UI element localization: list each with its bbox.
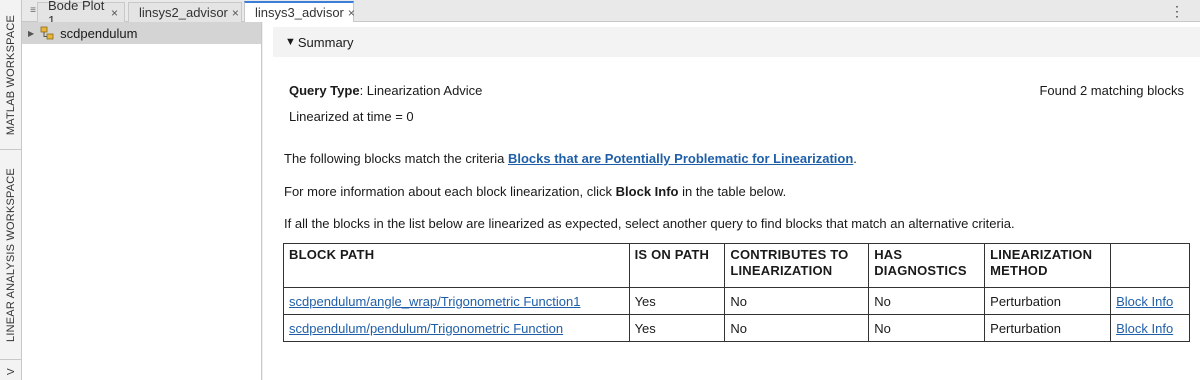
tab-label: linsys2_advisor <box>139 5 228 20</box>
expand-arrow-icon[interactable]: ▶ <box>28 29 34 38</box>
tab-linsys3-advisor[interactable]: linsys3_advisor × <box>244 1 355 22</box>
method-cell: Perturbation <box>984 287 1112 315</box>
table-row: scdpendulum/pendulum/Trigonometric Funct… <box>283 314 1190 342</box>
tab-bode-plot-1[interactable]: Bode Plot 1 × <box>37 0 125 28</box>
close-icon[interactable]: × <box>111 6 118 20</box>
side-rail: MATLAB WORKSPACE LINEAR ANALYSIS WORKSPA… <box>0 0 22 380</box>
close-icon[interactable]: × <box>348 6 355 20</box>
tab-label: linsys3_advisor <box>255 5 344 20</box>
info-paragraph: For more information about each block li… <box>284 184 786 199</box>
info-suffix: in the table below. <box>678 184 787 199</box>
model-hierarchy-icon <box>40 26 54 40</box>
matlab-workspace-tab[interactable]: MATLAB WORKSPACE <box>0 0 22 150</box>
contributes-cell: No <box>724 287 870 315</box>
tab-linsys2-advisor[interactable]: linsys2_advisor × <box>128 2 242 22</box>
more-options-icon[interactable]: ⋮ <box>1170 3 1184 19</box>
results-table: BLOCK PATH IS ON PATH CONTRIBUTES TO LIN… <box>283 243 1190 342</box>
table-row: scdpendulum/angle_wrap/Trigonometric Fun… <box>283 287 1190 315</box>
criteria-suffix: . <box>853 151 857 166</box>
info-cell: Block Info <box>1110 314 1190 342</box>
extra-side-tab[interactable]: V <box>0 362 22 380</box>
block-path-cell: scdpendulum/angle_wrap/Trigonometric Fun… <box>283 287 630 315</box>
contributes-cell: No <box>724 314 870 342</box>
advisor-report: ▼ Summary Query Type: Linearization Advi… <box>263 22 1200 380</box>
block-path-link[interactable]: scdpendulum/angle_wrap/Trigonometric Fun… <box>289 294 580 309</box>
info-cell: Block Info <box>1110 287 1190 315</box>
header-contributes: CONTRIBUTES TO LINEARIZATION <box>724 243 870 288</box>
matlab-workspace-label: MATLAB WORKSPACE <box>5 14 17 135</box>
query-type: Query Type: Linearization Advice <box>289 83 482 98</box>
header-info <box>1110 243 1190 288</box>
extra-side-tab-label: V <box>5 367 17 375</box>
criteria-paragraph: The following blocks match the criteria … <box>284 151 857 166</box>
tree-item-label: scdpendulum <box>60 25 138 41</box>
header-block-path: BLOCK PATH <box>283 243 630 288</box>
block-path-link[interactable]: scdpendulum/pendulum/Trigonometric Funct… <box>289 321 563 336</box>
linear-analysis-workspace-tab[interactable]: LINEAR ANALYSIS WORKSPACE <box>0 150 22 360</box>
info-bold: Block Info <box>615 184 679 199</box>
query-type-value: : Linearization Advice <box>359 83 483 98</box>
summary-title: Summary <box>297 34 354 50</box>
document-tab-bar: ≡ Bode Plot 1 × linsys2_advisor × linsys… <box>22 0 1200 28</box>
criteria-prefix: The following blocks match the criteria <box>284 151 508 166</box>
linearized-time: Linearized at time = 0 <box>289 109 414 124</box>
header-linearization-method: LINEARIZATION METHOD <box>984 243 1112 288</box>
summary-section-header[interactable]: ▼ Summary <box>273 27 1200 57</box>
linear-analysis-workspace-label: LINEAR ANALYSIS WORKSPACE <box>5 167 18 342</box>
tree-item-scdpendulum[interactable]: ▶ scdpendulum <box>22 22 261 44</box>
collapse-arrow-icon: ▼ <box>285 36 296 48</box>
is-on-path-cell: Yes <box>628 314 726 342</box>
block-info-link[interactable]: Block Info <box>1116 321 1173 336</box>
block-path-cell: scdpendulum/pendulum/Trigonometric Funct… <box>283 314 630 342</box>
query-type-label: Query Type <box>289 83 360 98</box>
alternative-paragraph: If all the blocks in the list below are … <box>284 216 1015 231</box>
header-is-on-path: IS ON PATH <box>628 243 726 288</box>
criteria-link[interactable]: Blocks that are Potentially Problematic … <box>508 151 853 166</box>
block-info-link[interactable]: Block Info <box>1116 294 1173 309</box>
info-prefix: For more information about each block li… <box>284 184 616 199</box>
diagnostics-cell: No <box>868 287 986 315</box>
diagnostics-cell: No <box>868 314 986 342</box>
header-has-diagnostics: HAS DIAGNOSTICS <box>868 243 986 288</box>
close-icon[interactable]: × <box>232 6 239 20</box>
is-on-path-cell: Yes <box>628 287 726 315</box>
table-header-row: BLOCK PATH IS ON PATH CONTRIBUTES TO LIN… <box>283 243 1190 288</box>
found-count: Found 2 matching blocks <box>1039 83 1184 98</box>
workspace-tree: ▶ scdpendulum <box>22 22 262 380</box>
method-cell: Perturbation <box>984 314 1112 342</box>
